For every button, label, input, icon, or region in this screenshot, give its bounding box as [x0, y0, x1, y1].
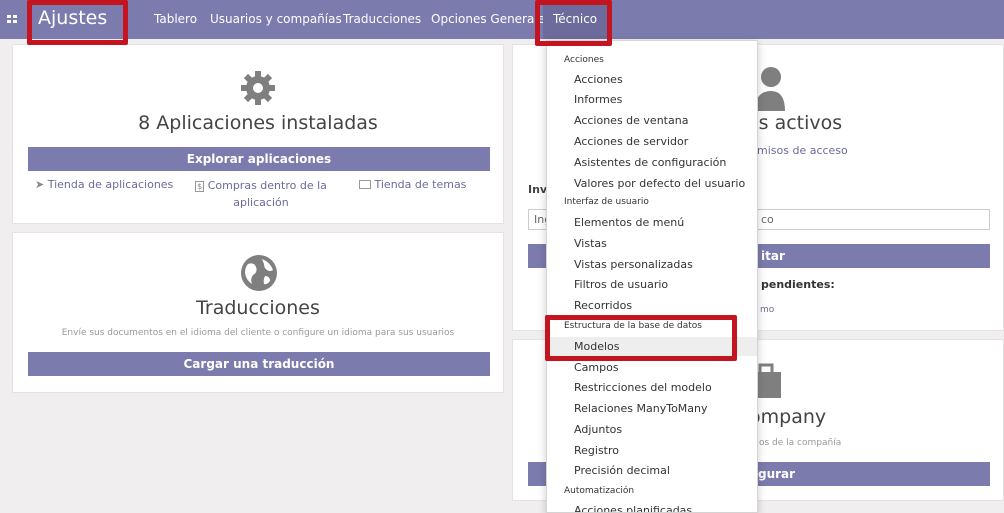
dd-item-precision[interactable]: Precisión decimal — [574, 464, 670, 477]
dd-header-automatizacion: Automatización — [564, 486, 635, 496]
menu-opciones-generales[interactable]: Opciones Generales — [431, 12, 551, 26]
dd-item-acciones-planificadas[interactable]: Acciones planificadas — [574, 504, 692, 512]
dd-item-vistas[interactable]: Vistas — [574, 237, 607, 250]
translations-title: Traducciones — [196, 297, 320, 319]
dd-item-registro[interactable]: Registro — [574, 444, 619, 457]
dd-header-interfaz: Interfaz de usuario — [564, 197, 649, 207]
dd-item-vistas-personalizadas[interactable]: Vistas personalizadas — [574, 258, 693, 271]
highlight-tecnico — [535, 0, 612, 46]
apps-grid-icon[interactable] — [7, 15, 18, 24]
in-app-purchases-link-label: Compras dentro de la aplicación — [207, 179, 327, 209]
dd-item-adjuntos[interactable]: Adjuntos — [574, 423, 622, 436]
translations-subtitle: Envíe sus documentos en el idioma del cl… — [61, 328, 455, 338]
dd-item-campos[interactable]: Campos — [574, 361, 619, 374]
company-title: ompany — [749, 406, 827, 428]
invite-users-label: Inv — [528, 183, 548, 196]
app-store-link[interactable]: ➤ Tienda de aplicaciones — [35, 178, 173, 191]
dd-item-acciones-ventana[interactable]: Acciones de ventana — [574, 114, 688, 127]
globe-icon — [241, 255, 277, 291]
dd-item-restricciones[interactable]: Restricciones del modelo — [574, 381, 712, 394]
load-translation-button[interactable]: Cargar una traducción — [28, 352, 490, 376]
dd-item-elementos-menu[interactable]: Elementos de menú — [574, 216, 684, 229]
dd-item-filtros-usuario[interactable]: Filtros de usuario — [574, 278, 668, 291]
dd-item-recorridos[interactable]: Recorridos — [574, 299, 632, 312]
pending-invitations-label: pendientes: — [761, 278, 835, 291]
pending-link[interactable]: mo — [760, 305, 774, 315]
top-navbar: Ajustes Tablero Usuarios y compañías Tra… — [0, 0, 1004, 39]
image-icon — [359, 180, 371, 189]
invite-input-right: co — [761, 213, 774, 226]
menu-usuarios[interactable]: Usuarios y compañías — [210, 12, 342, 26]
translations-card: Traducciones Envíe sus documentos en el … — [12, 232, 504, 393]
gear-icon — [241, 71, 275, 105]
company-subtitle: os de la compañía — [759, 438, 842, 448]
menu-traducciones[interactable]: Traducciones — [343, 12, 421, 26]
apps-card: 8 Aplicaciones instaladas Explorar aplic… — [12, 44, 504, 224]
access-rights-link[interactable]: misos de acceso — [757, 144, 848, 157]
dd-item-asistentes[interactable]: Asistentes de configuración — [574, 156, 726, 169]
active-users-title: os activos — [747, 112, 843, 134]
apps-count-title: 8 Aplicaciones instaladas — [138, 112, 378, 134]
in-app-purchases-link[interactable]: $ Compras dentro de la aplicación — [191, 178, 331, 211]
explore-apps-button[interactable]: Explorar aplicaciones — [28, 147, 490, 171]
dd-item-acciones[interactable]: Acciones — [574, 73, 623, 86]
configure-company-label: gurar — [758, 467, 796, 481]
theme-store-link[interactable]: Tienda de temas — [359, 178, 466, 191]
invite-button-label: itar — [761, 249, 785, 263]
dd-item-informes[interactable]: Informes — [574, 93, 622, 106]
dd-item-acciones-servidor[interactable]: Acciones de servidor — [574, 135, 688, 148]
highlight-ajustes — [27, 0, 128, 45]
highlight-modelos — [545, 315, 737, 361]
dd-header-acciones: Acciones — [564, 55, 604, 65]
theme-store-link-label: Tienda de temas — [374, 178, 467, 191]
money-icon: $ — [195, 181, 205, 192]
rocket-icon: ➤ — [35, 178, 45, 191]
dd-item-relaciones[interactable]: Relaciones ManyToMany — [574, 402, 708, 415]
technical-dropdown: s IAP Acciones Acciones Informes Accione… — [546, 40, 758, 513]
app-store-link-label: Tienda de aplicaciones — [47, 178, 174, 191]
menu-tablero[interactable]: Tablero — [154, 12, 197, 26]
dd-item-valores-defecto[interactable]: Valores por defecto del usuario — [574, 177, 745, 190]
